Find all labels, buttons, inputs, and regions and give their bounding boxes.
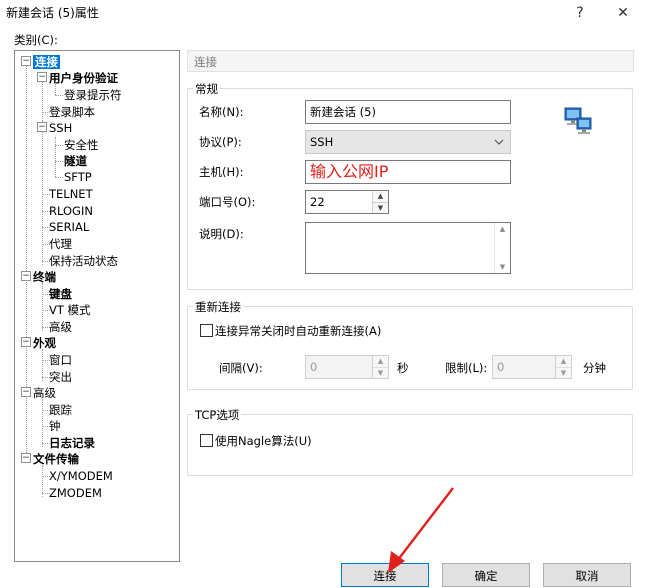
- tree-item-security[interactable]: 安全性: [64, 137, 99, 153]
- close-button[interactable]: ✕: [610, 2, 636, 24]
- host-label: 主机(H):: [199, 165, 244, 179]
- tree-item-ssh[interactable]: SSH: [49, 120, 72, 136]
- limit-spinner[interactable]: ▲ ▼: [555, 356, 571, 378]
- general-group-label: 常规: [193, 81, 220, 97]
- tree-item-file-transfer[interactable]: 文件传输: [33, 451, 79, 467]
- tree-item-user-auth[interactable]: 用户身份验证: [49, 70, 118, 86]
- protocol-select[interactable]: SSH: [305, 130, 511, 154]
- cancel-button[interactable]: 取消: [543, 563, 631, 587]
- tree-item-serial[interactable]: SERIAL: [49, 219, 89, 235]
- tree-item-tunneling[interactable]: 隧道: [64, 153, 87, 169]
- collapse-icon[interactable]: −: [37, 72, 47, 82]
- host-field[interactable]: 输入公网IP: [305, 160, 511, 184]
- tree-guide-line: [26, 65, 27, 463]
- title-bar: 新建会话 (5)属性 ? ✕: [0, 0, 649, 28]
- spin-up-icon[interactable]: ▲: [556, 356, 571, 368]
- tree-item-terminal[interactable]: 终端: [33, 269, 56, 285]
- protocol-label: 协议(P):: [199, 135, 242, 149]
- interval-label: 间隔(V):: [219, 361, 263, 375]
- tree-item-xymodem[interactable]: X/YMODEM: [49, 468, 113, 484]
- scroll-down-icon[interactable]: ▼: [495, 261, 510, 273]
- annotation-arrow-icon: [388, 487, 454, 573]
- tree-item-appearance[interactable]: 外观: [33, 335, 56, 351]
- tree-item-bell[interactable]: 钟: [49, 418, 61, 434]
- help-button[interactable]: ?: [567, 2, 593, 24]
- nagle-checkbox[interactable]: [200, 434, 213, 447]
- tree-item-connection[interactable]: 连接: [33, 55, 60, 69]
- collapse-icon[interactable]: −: [21, 271, 31, 281]
- tree-item-rlogin[interactable]: RLOGIN: [49, 203, 93, 219]
- tree-item-zmodem[interactable]: ZMODEM: [49, 485, 102, 501]
- tree-item-telnet[interactable]: TELNET: [49, 186, 93, 202]
- name-field[interactable]: 新建会话 (5): [305, 100, 511, 124]
- limit-label: 限制(L):: [445, 361, 488, 375]
- tree-item-logging[interactable]: 日志记录: [49, 435, 95, 451]
- port-value: 22: [310, 195, 325, 209]
- tree-item-login-script[interactable]: 登录脚本: [49, 104, 95, 120]
- window-title: 新建会话 (5)属性: [6, 6, 99, 20]
- tree-guide-line: [55, 95, 63, 96]
- port-spinner[interactable]: ▲ ▼: [372, 191, 388, 213]
- tree-item-advanced[interactable]: 高级: [33, 385, 56, 401]
- tree-guide-line: [42, 283, 43, 331]
- limit-field[interactable]: 0 ▲ ▼: [492, 355, 572, 379]
- tree-item-keyboard[interactable]: 键盘: [49, 286, 72, 302]
- port-field[interactable]: 22 ▲ ▼: [305, 190, 389, 214]
- tree-guide-line: [55, 161, 63, 162]
- description-textarea[interactable]: ▲ ▼: [305, 222, 511, 274]
- collapse-icon[interactable]: −: [21, 56, 31, 66]
- tree-item-keep-alive[interactable]: 保持活动状态: [49, 253, 118, 269]
- description-label: 说明(D):: [199, 227, 244, 241]
- protocol-select-value: SSH: [310, 135, 334, 149]
- interval-value: 0: [310, 360, 318, 374]
- tree-guide-line: [42, 399, 43, 447]
- auto-reconnect-checkbox[interactable]: [200, 324, 213, 337]
- category-label: 类别(C):: [14, 33, 58, 47]
- tree-item-highlight[interactable]: 突出: [49, 369, 72, 385]
- nagle-label: 使用Nagle算法(U): [215, 434, 312, 448]
- chevron-down-icon: [494, 139, 504, 145]
- collapse-icon[interactable]: −: [37, 122, 47, 132]
- description-scrollbar[interactable]: ▲ ▼: [494, 223, 510, 273]
- name-label: 名称(N):: [199, 105, 244, 119]
- collapse-icon[interactable]: −: [21, 337, 31, 347]
- tree-item-trace[interactable]: 跟踪: [49, 402, 72, 418]
- tree-item-window[interactable]: 窗口: [49, 352, 72, 368]
- tree-guide-line: [55, 145, 63, 146]
- tree-item-sftp[interactable]: SFTP: [64, 169, 92, 185]
- interval-field[interactable]: 0 ▲ ▼: [305, 355, 389, 379]
- collapse-icon[interactable]: −: [21, 387, 31, 397]
- panel-header: 连接: [187, 50, 634, 72]
- limit-value: 0: [497, 360, 505, 374]
- tcp-group-label: TCP选项: [193, 407, 242, 423]
- spin-down-icon[interactable]: ▼: [556, 368, 571, 378]
- port-label: 端口号(O):: [199, 195, 256, 209]
- collapse-icon[interactable]: −: [21, 453, 31, 463]
- category-tree[interactable]: − 连接 − 用户身份验证 登录提示符 登录脚本 − SSH 安全性 隧道 SF…: [14, 50, 180, 562]
- network-computers-icon: [564, 107, 592, 134]
- interval-spinner[interactable]: ▲ ▼: [372, 356, 388, 378]
- spin-down-icon[interactable]: ▼: [373, 203, 388, 213]
- interval-unit: 秒: [397, 361, 409, 375]
- auto-reconnect-label: 连接异常关闭时自动重新连接(A): [215, 324, 382, 338]
- limit-unit: 分钟: [583, 361, 606, 375]
- spin-down-icon[interactable]: ▼: [373, 368, 388, 378]
- tree-guide-line: [55, 137, 56, 177]
- spin-up-icon[interactable]: ▲: [373, 191, 388, 203]
- host-annotation: 输入公网IP: [310, 162, 389, 181]
- reconnect-group-label: 重新连接: [193, 299, 243, 315]
- tree-item-login-prompts[interactable]: 登录提示符: [64, 87, 122, 103]
- scroll-up-icon[interactable]: ▲: [495, 223, 510, 235]
- tree-item-proxy[interactable]: 代理: [49, 236, 72, 252]
- tree-guide-line: [55, 177, 63, 178]
- tree-item-vt-modes[interactable]: VT 模式: [49, 302, 91, 318]
- tree-item-terminal-advanced[interactable]: 高级: [49, 319, 72, 335]
- spin-up-icon[interactable]: ▲: [373, 356, 388, 368]
